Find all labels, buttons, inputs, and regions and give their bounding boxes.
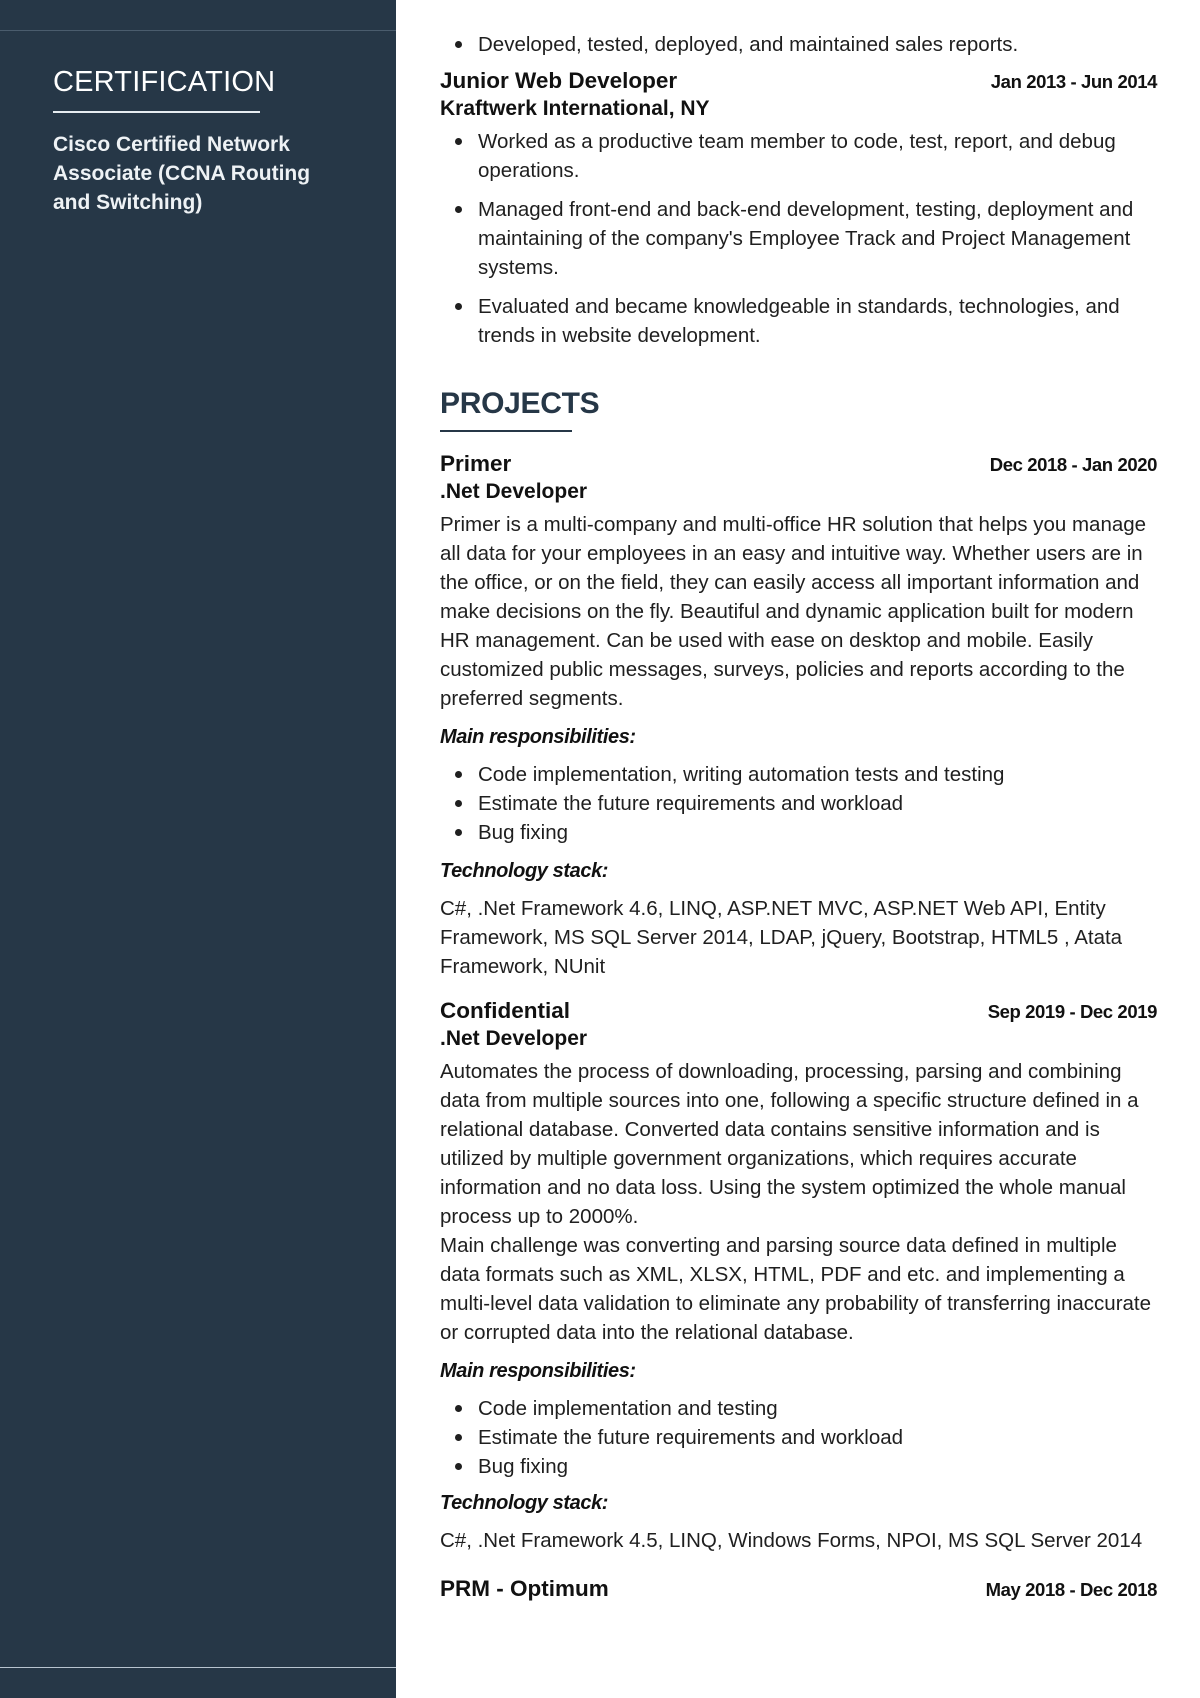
previous-job-bullets: Developed, tested, deployed, and maintai… (440, 30, 1157, 59)
job-entry: Junior Web Developer Jan 2013 - Jun 2014… (440, 67, 1157, 350)
bullet-item: Worked as a productive team member to co… (440, 127, 1157, 185)
responsibilities-list: Code implementation, writing automation … (440, 760, 1157, 847)
project-description: Main challenge was converting and parsin… (440, 1234, 1152, 1344)
responsibilities-label: Main responsibilities: (440, 726, 636, 748)
job-title: Junior Web Developer (440, 68, 678, 93)
project-entry: Confidential Sep 2019 - Dec 2019 .Net De… (440, 997, 1157, 1555)
project-description: Primer is a multi-company and multi-offi… (440, 513, 1147, 710)
bullet-item: Evaluated and became knowledgeable in st… (440, 292, 1157, 350)
tech-stack-label: Technology stack: (440, 860, 609, 882)
bullet-item: Managed front-end and back-end developme… (440, 195, 1157, 282)
job-bullets: Worked as a productive team member to co… (440, 127, 1157, 350)
project-entry: PRM - Optimum May 2018 - Dec 2018 (440, 1575, 1157, 1603)
main-content: Developed, tested, deployed, and maintai… (440, 0, 1157, 1603)
project-role: .Net Developer (440, 480, 588, 503)
certification-item: Cisco Certified Network Associate (CCNA … (53, 133, 311, 214)
responsibility-item: Code implementation and testing (440, 1394, 1157, 1423)
projects-section: PROJECTS Primer Dec 2018 - Jan 2020 .Net… (440, 386, 1157, 1603)
tech-stack: C#, .Net Framework 4.5, LINQ, Windows Fo… (440, 1529, 1143, 1552)
certification-heading: CERTIFICATION (53, 66, 276, 98)
responsibilities-list: Code implementation and testing Estimate… (440, 1394, 1157, 1481)
sidebar: CERTIFICATION Cisco Certified Network As… (0, 0, 396, 1698)
project-name: Confidential (440, 998, 570, 1023)
project-name: Primer (440, 451, 512, 476)
project-header: Primer Dec 2018 - Jan 2020 (440, 450, 1157, 478)
responsibility-item: Bug fixing (440, 1452, 1157, 1481)
project-header: PRM - Optimum May 2018 - Dec 2018 (440, 1575, 1157, 1603)
responsibility-item: Estimate the future requirements and wor… (440, 789, 1157, 818)
sidebar-top-divider (0, 30, 396, 31)
certification-heading-underline (53, 111, 260, 113)
responsibility-item: Estimate the future requirements and wor… (440, 1423, 1157, 1452)
job-company: Kraftwerk International, NY (440, 97, 710, 120)
project-dates: May 2018 - Dec 2018 (985, 1579, 1158, 1600)
projects-heading-underline (440, 430, 572, 432)
project-entry: Primer Dec 2018 - Jan 2020 .Net Develope… (440, 450, 1157, 981)
bullet-item: Developed, tested, deployed, and maintai… (440, 30, 1157, 59)
responsibilities-label: Main responsibilities: (440, 1360, 636, 1382)
responsibility-item: Code implementation, writing automation … (440, 760, 1157, 789)
project-dates: Dec 2018 - Jan 2020 (989, 454, 1158, 475)
projects-heading: PROJECTS (440, 387, 600, 420)
tech-stack: C#, .Net Framework 4.6, LINQ, ASP.NET MV… (440, 897, 1123, 978)
job-dates: Jan 2013 - Jun 2014 (990, 71, 1158, 92)
project-header: Confidential Sep 2019 - Dec 2019 (440, 997, 1157, 1025)
project-name: PRM - Optimum (440, 1576, 609, 1601)
job-header: Junior Web Developer Jan 2013 - Jun 2014 (440, 67, 1157, 95)
project-dates: Sep 2019 - Dec 2019 (987, 1001, 1158, 1022)
project-role: .Net Developer (440, 1027, 588, 1050)
sidebar-bottom-divider (0, 1667, 396, 1668)
responsibility-item: Bug fixing (440, 818, 1157, 847)
project-description: Automates the process of downloading, pr… (440, 1060, 1139, 1228)
tech-stack-label: Technology stack: (440, 1492, 609, 1514)
